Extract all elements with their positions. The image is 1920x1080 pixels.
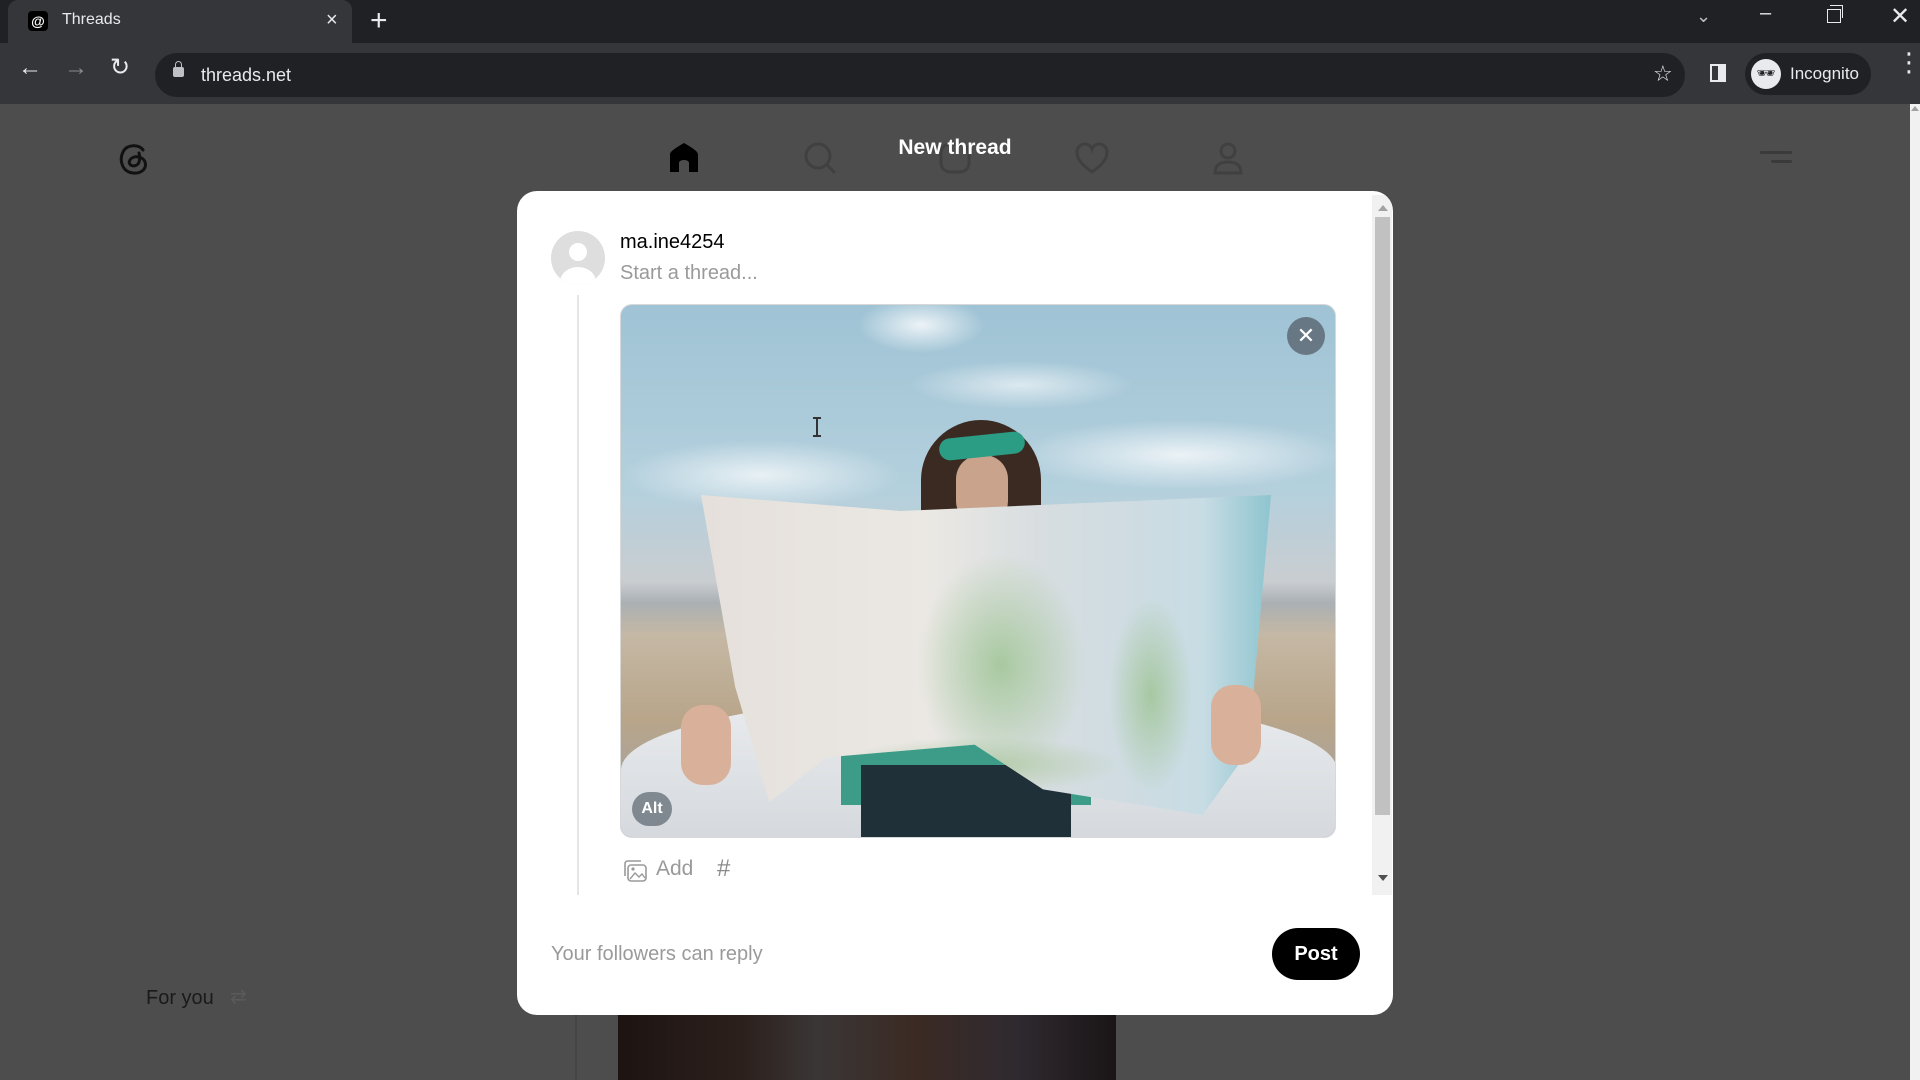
tab-strip: @ Threads × + ⌄ – ✕ [0,0,1920,43]
back-button[interactable]: ← [18,55,42,81]
feed-switch-label: For you [146,987,214,1009]
reply-setting-button[interactable]: Your followers can reply [551,943,763,966]
incognito-icon: 🕶 [1751,59,1781,89]
post-button[interactable]: Post [1272,928,1360,980]
url-text[interactable]: threads.net [201,65,291,86]
scroll-down-arrow-icon[interactable] [1378,875,1388,881]
remove-image-button[interactable]: ✕ [1287,317,1325,355]
tab-close-icon[interactable]: × [326,9,338,31]
hashtag-icon[interactable]: # [717,855,730,883]
address-bar[interactable]: threads.net ☆ [155,53,1685,97]
gallery-icon [624,860,647,882]
heart-icon[interactable] [1072,138,1112,178]
thread-text-input[interactable] [620,259,1340,287]
side-panel-icon[interactable] [1710,64,1726,82]
modal-scrollbar[interactable] [1372,195,1392,895]
threads-favicon-icon: @ [28,11,48,31]
feed-post-image [618,1015,1116,1080]
page-scrollbar[interactable] [1910,104,1920,1080]
avatar [551,231,605,285]
modal-title: New thread [898,136,1012,159]
home-icon[interactable] [664,138,704,178]
scroll-up-arrow-icon[interactable] [1378,205,1388,211]
menu-icon[interactable] [1760,148,1794,168]
minimize-button[interactable]: – [1760,2,1771,25]
thread-line [577,295,579,895]
forward-button[interactable]: → [64,55,88,81]
tab-search-chevron-icon[interactable]: ⌄ [1696,6,1711,27]
image-hand-right [1211,685,1261,765]
alt-text-button[interactable]: Alt [632,792,672,826]
close-window-button[interactable]: ✕ [1890,2,1910,31]
image-hand-left [681,705,731,785]
scrollbar-thumb[interactable] [1375,217,1390,815]
profile-icon[interactable] [1208,138,1248,178]
browser-toolbar: ← → ↻ threads.net ☆ 🕶 Incognito ⋮ [0,43,1920,104]
page-scroll-up-icon[interactable] [1911,106,1919,111]
reload-button[interactable]: ↻ [110,55,130,81]
threads-logo-icon[interactable] [114,139,154,179]
username: ma.ine4254 [620,231,725,253]
feed-switch-button[interactable]: For you ⇄ [120,966,270,1032]
new-thread-modal: ma.ine4254 ✕ Alt Add # Your followers ca… [517,191,1393,1015]
lock-icon[interactable] [173,61,184,77]
attached-image: ✕ Alt [620,304,1336,838]
bookmark-star-icon[interactable]: ☆ [1653,61,1673,87]
search-icon[interactable] [800,138,840,178]
browser-menu-icon[interactable]: ⋮ [1896,49,1920,75]
tab-threads[interactable]: @ Threads × [8,0,352,43]
incognito-profile-chip[interactable]: 🕶 Incognito [1745,53,1871,95]
switch-arrows-icon: ⇄ [230,986,247,1008]
add-media-label: Add [656,857,694,880]
tab-title: Threads [62,11,121,28]
restore-button[interactable] [1827,5,1843,23]
text-cursor-icon [813,417,821,437]
incognito-label: Incognito [1790,64,1859,83]
new-tab-button[interactable]: + [370,4,388,38]
feed-thread-line [575,1015,577,1080]
